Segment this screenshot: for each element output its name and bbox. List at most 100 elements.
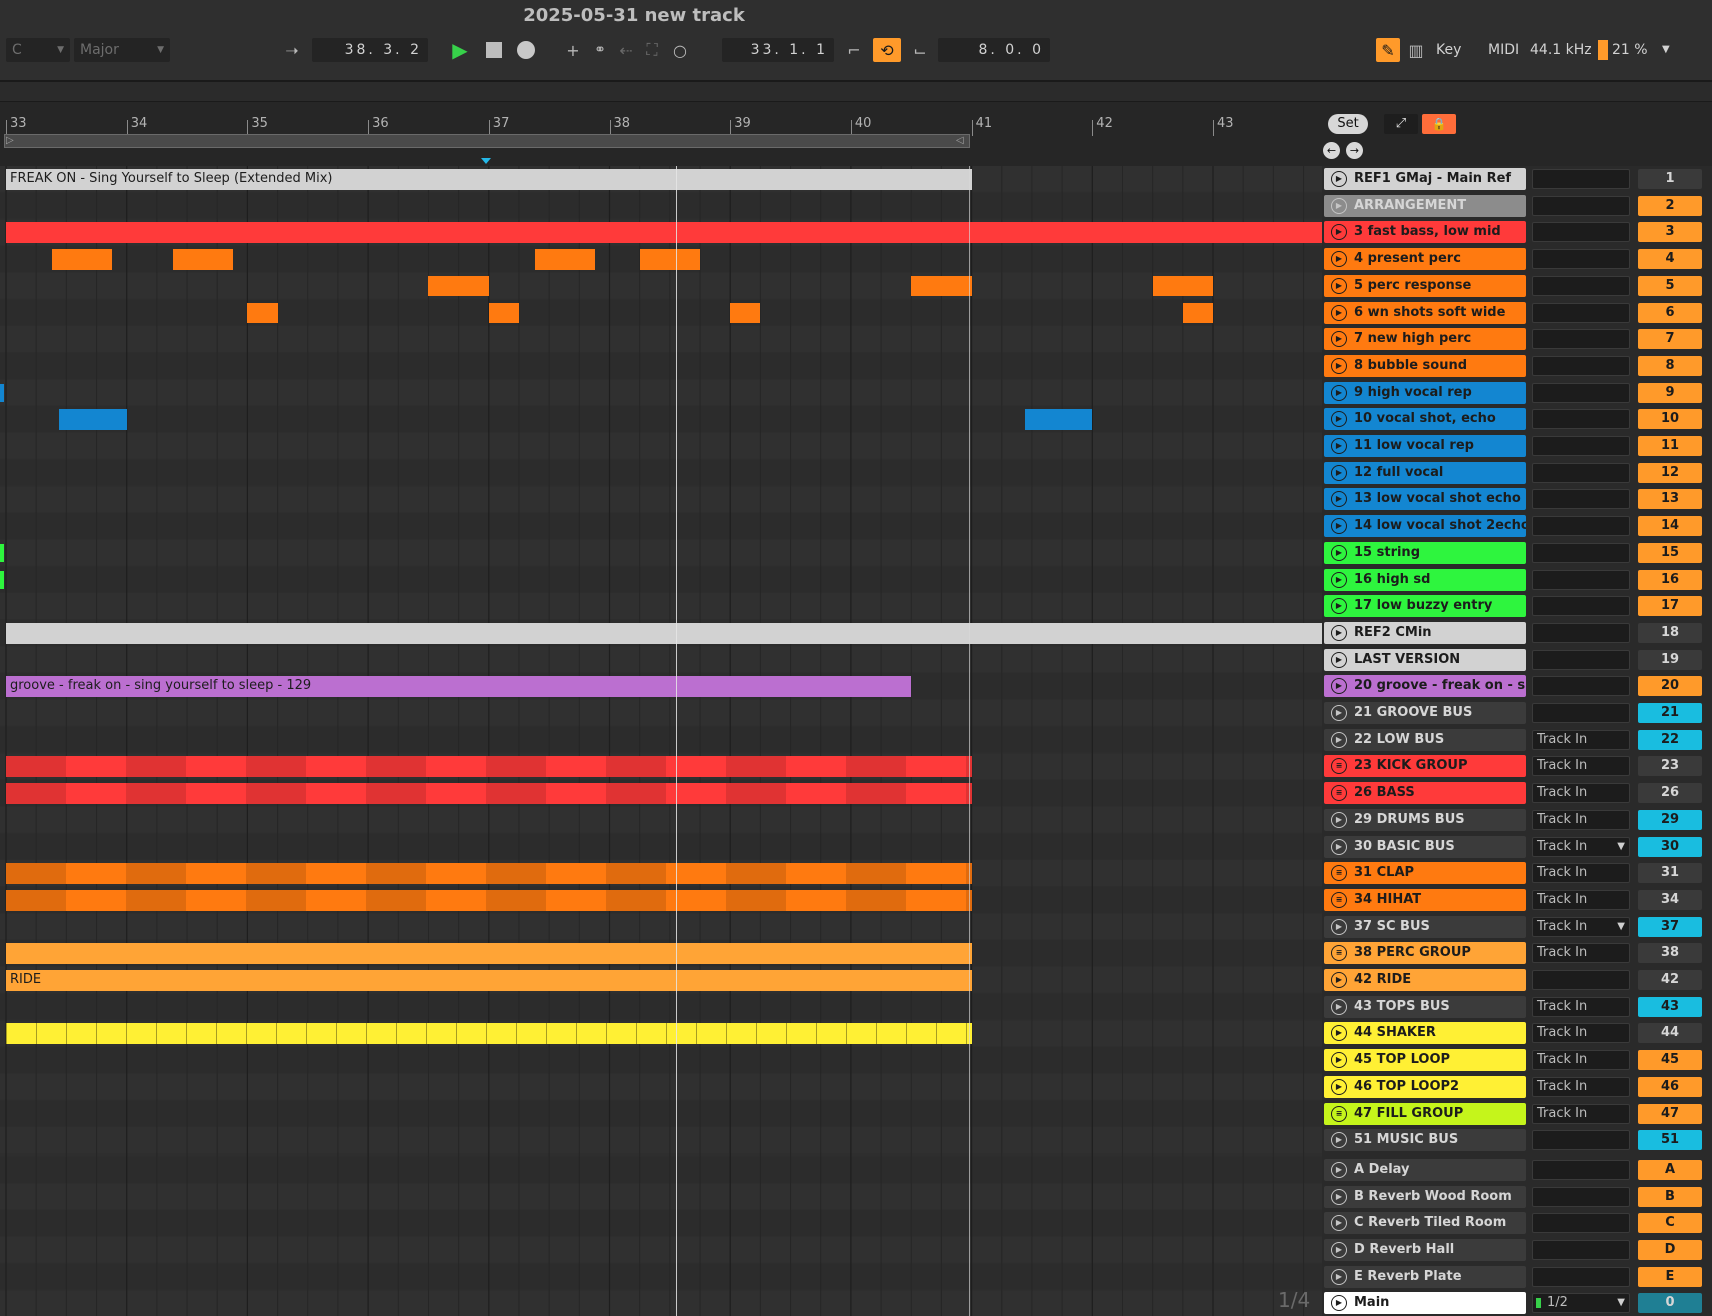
track-header[interactable]: ▶ 11 low vocal rep 11 <box>1322 433 1712 460</box>
track-input-routing[interactable] <box>1532 1186 1630 1207</box>
arrangement-clip[interactable] <box>172 249 233 270</box>
track-play-icon[interactable]: ▶ <box>1331 651 1347 668</box>
track-header[interactable]: ▶ 37 SC BUS Track In ▼ 37 <box>1322 914 1712 941</box>
key-select[interactable]: C ▼ <box>6 38 70 62</box>
track-header[interactable]: ▶ 43 TOPS BUS Track In 43 <box>1322 994 1712 1021</box>
track-activator[interactable]: B <box>1638 1186 1702 1207</box>
track-name[interactable]: ▶ ARRANGEMENT <box>1324 194 1526 217</box>
midi-map-button[interactable]: MIDI <box>1488 38 1519 62</box>
track-name[interactable]: ▶ 37 SC BUS <box>1324 915 1526 938</box>
track-activator[interactable]: 43 <box>1638 996 1702 1017</box>
track-input-routing[interactable] <box>1532 703 1630 723</box>
track-name[interactable]: ≡ 47 FILL GROUP <box>1324 1102 1526 1125</box>
arrangement-clip[interactable] <box>6 889 972 911</box>
arrangement-clip[interactable] <box>534 249 595 270</box>
track-input-routing[interactable] <box>1532 382 1630 403</box>
track-activator[interactable]: 6 <box>1638 302 1702 323</box>
back-to-arrangement-icon[interactable]: ⇠ <box>614 38 638 62</box>
track-play-icon[interactable]: ▶ <box>1331 838 1347 855</box>
track-input-routing[interactable] <box>1532 970 1630 990</box>
track-header[interactable]: ▶ 17 low buzzy entry 17 <box>1322 593 1712 620</box>
track-activator[interactable]: 19 <box>1638 649 1702 670</box>
chevron-down-icon[interactable]: ▼ <box>1617 918 1625 936</box>
track-activator[interactable]: 14 <box>1638 516 1702 537</box>
track-header[interactable]: ▶ 10 vocal shot, echo 10 <box>1322 406 1712 433</box>
track-input-routing[interactable] <box>1532 489 1630 510</box>
loop-length[interactable]: 8. 0. 0 <box>938 38 1050 62</box>
track-activator[interactable]: 5 <box>1638 275 1702 296</box>
track-header[interactable]: ▶ 9 high vocal rep 9 <box>1322 380 1712 407</box>
track-activator[interactable]: 31 <box>1638 863 1702 884</box>
loop-end-handle-icon[interactable]: ◁ <box>956 135 964 146</box>
overview-strip[interactable] <box>0 82 1712 102</box>
track-input-routing[interactable] <box>1532 1213 1630 1234</box>
track-input-routing[interactable] <box>1532 195 1630 216</box>
track-play-icon[interactable]: ▶ <box>1331 304 1347 321</box>
track-name[interactable]: ▶ 3 fast bass, low mid <box>1324 221 1526 244</box>
track-play-icon[interactable]: ▶ <box>1331 678 1347 695</box>
track-name[interactable]: ▶ 16 high sd <box>1324 568 1526 591</box>
track-activator[interactable]: 42 <box>1638 970 1702 990</box>
expand-icon[interactable]: ⤢ <box>1384 114 1418 134</box>
track-input-routing[interactable]: Track In <box>1532 783 1630 804</box>
arrangement-clip[interactable] <box>59 409 127 430</box>
track-name[interactable]: ▶ 30 BASIC BUS <box>1324 835 1526 858</box>
track-activator[interactable]: 20 <box>1638 676 1702 697</box>
arrangement-clip[interactable]: RIDE <box>6 970 972 991</box>
track-header[interactable]: ▶ 45 TOP LOOP Track In 45 <box>1322 1047 1712 1074</box>
track-play-icon[interactable]: ▶ <box>1331 277 1347 294</box>
track-name[interactable]: ▶ 22 LOW BUS <box>1324 728 1526 751</box>
arrangement-clip[interactable] <box>730 302 761 324</box>
group-fold-icon[interactable]: ≡ <box>1331 865 1347 882</box>
key-map-button[interactable]: Key <box>1436 38 1461 62</box>
track-play-icon[interactable]: ▶ <box>1331 972 1347 988</box>
track-header[interactable]: ▶ 29 DRUMS BUS Track In 29 <box>1322 807 1712 834</box>
track-play-icon[interactable]: ▶ <box>1331 1025 1347 1042</box>
track-activator[interactable]: 18 <box>1638 622 1702 643</box>
track-input-routing[interactable]: Track In <box>1532 943 1630 964</box>
track-header[interactable]: ▶ 8 bubble sound 8 <box>1322 353 1712 380</box>
track-name[interactable]: ▶ 10 vocal shot, echo <box>1324 408 1526 431</box>
track-activator[interactable]: 38 <box>1638 943 1702 964</box>
punch-out-icon[interactable]: ⌙ <box>908 38 932 62</box>
arrangement-clip[interactable] <box>6 783 972 804</box>
track-play-icon[interactable]: ▶ <box>1331 251 1347 268</box>
arrangement-clip[interactable] <box>6 943 972 964</box>
track-activator[interactable]: 16 <box>1638 569 1702 590</box>
capture-icon[interactable]: ⛶ <box>640 38 664 62</box>
arrangement-clip[interactable] <box>6 1023 972 1045</box>
track-activator[interactable]: C <box>1638 1213 1702 1234</box>
track-header[interactable]: ▶ 4 present perc 4 <box>1322 246 1712 273</box>
track-play-icon[interactable]: ▶ <box>1331 1132 1347 1149</box>
track-name[interactable]: ▶ 29 DRUMS BUS <box>1324 808 1526 831</box>
track-input-routing[interactable] <box>1532 462 1630 483</box>
track-name[interactable]: ≡ 31 CLAP <box>1324 862 1526 885</box>
arrangement-clip[interactable] <box>1024 409 1093 430</box>
track-name[interactable]: ▶ 15 string <box>1324 541 1526 564</box>
track-header[interactable]: ▶ 22 LOW BUS Track In 22 <box>1322 727 1712 754</box>
track-name[interactable]: ▶ 45 TOP LOOP <box>1324 1049 1526 1072</box>
track-activator[interactable]: 21 <box>1638 703 1702 723</box>
track-play-icon[interactable]: ▶ <box>1331 1295 1347 1312</box>
track-input-routing[interactable]: Track In <box>1532 1050 1630 1071</box>
track-name[interactable]: ▶ C Reverb Tiled Room <box>1324 1212 1526 1235</box>
return-track[interactable]: ▶ C Reverb Tiled Room C <box>1322 1210 1712 1237</box>
track-input-routing[interactable] <box>1532 676 1630 697</box>
track-input-routing[interactable] <box>1532 1266 1630 1287</box>
track-play-icon[interactable]: ▶ <box>1331 197 1347 214</box>
track-header[interactable]: ▶ 15 string 15 <box>1322 540 1712 567</box>
track-name[interactable]: ▶ 9 high vocal rep <box>1324 381 1526 404</box>
track-play-icon[interactable]: ▶ <box>1331 331 1347 348</box>
add-icon[interactable]: + <box>561 38 585 62</box>
track-header[interactable]: ▶ REF2 CMin 18 <box>1322 620 1712 647</box>
track-input-routing[interactable] <box>1532 649 1630 670</box>
track-header[interactable]: ▶ 44 SHAKER Track In 44 <box>1322 1020 1712 1047</box>
track-input-routing[interactable] <box>1532 1159 1630 1180</box>
main-track[interactable]: ▶ Main 1/2 ▼ 0 <box>1322 1290 1712 1316</box>
track-header[interactable]: ≡ 34 HIHAT Track In 34 <box>1322 887 1712 914</box>
track-play-icon[interactable]: ▶ <box>1331 811 1347 828</box>
track-activator[interactable]: 37 <box>1638 916 1702 937</box>
track-activator[interactable]: E <box>1638 1266 1702 1287</box>
record-button[interactable] <box>514 38 538 62</box>
return-track[interactable]: ▶ D Reverb Hall D <box>1322 1237 1712 1264</box>
